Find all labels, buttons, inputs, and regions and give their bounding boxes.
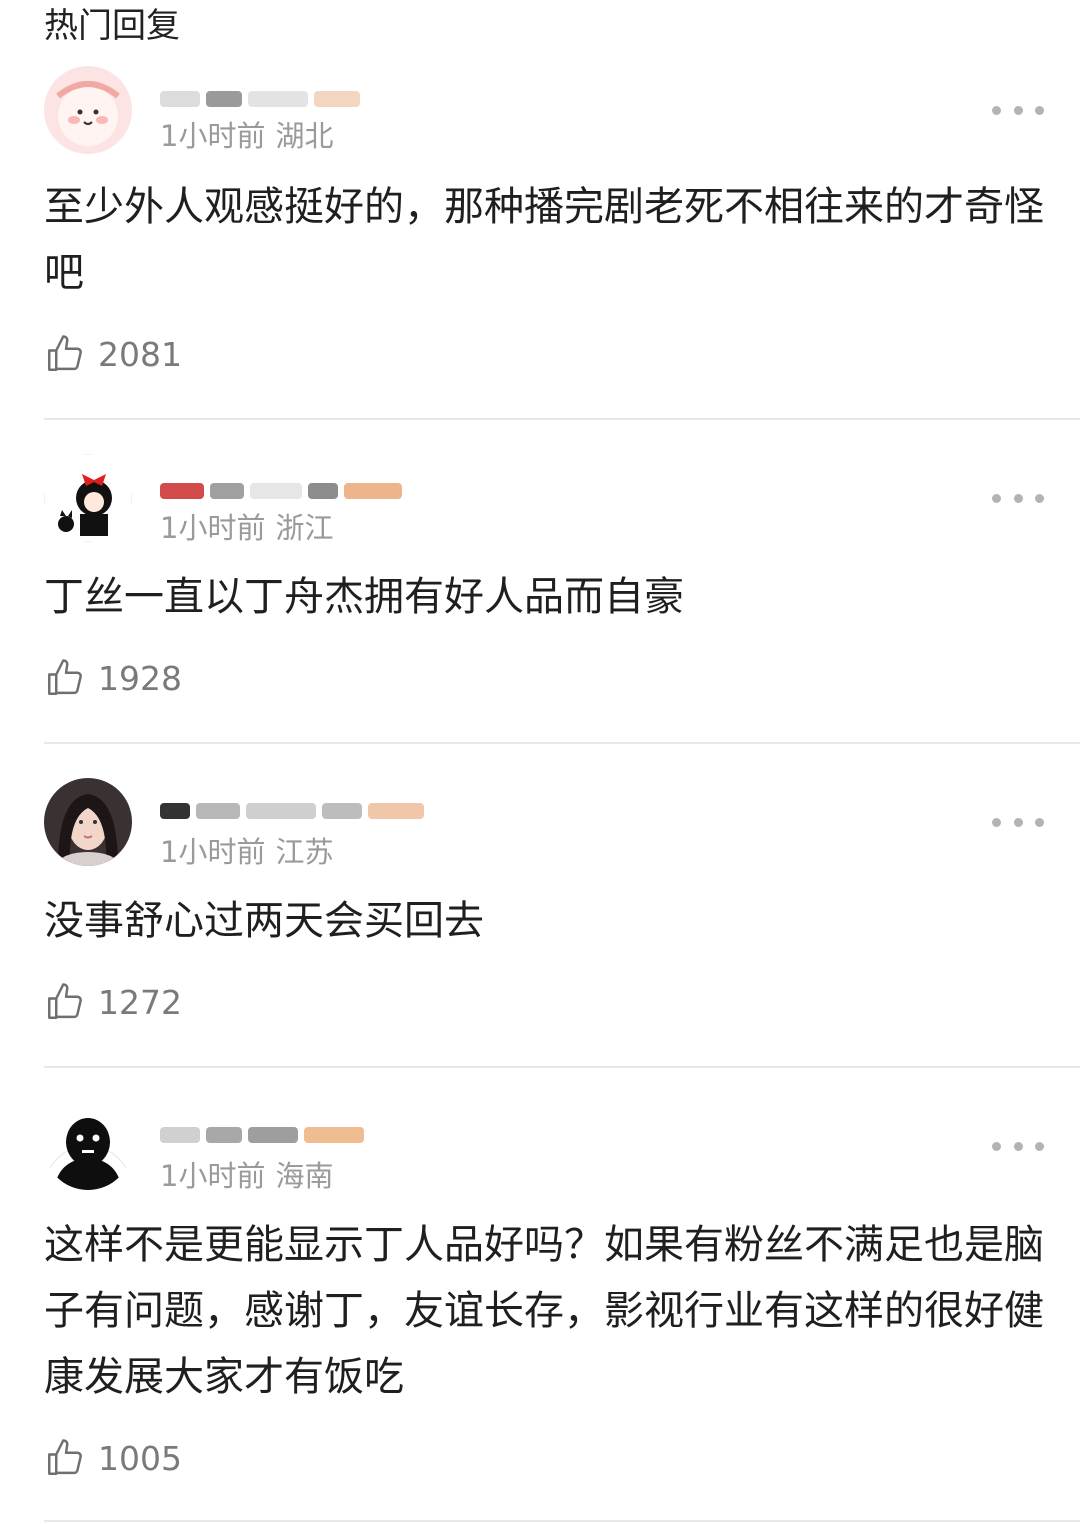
username-blurred[interactable] [160, 1122, 364, 1148]
comment-meta: 1小时前 浙江 [160, 510, 333, 546]
comment-content: 这样不是更能显示丁人品好吗？如果有粉丝不满足也是脑子有问题，感谢丁，友谊长存，影… [44, 1222, 1044, 1400]
more-options-icon[interactable] [992, 810, 1044, 834]
like-button[interactable]: 1272 [44, 980, 182, 1024]
comment-region: 海南 [275, 1159, 334, 1193]
like-button[interactable]: 1928 [44, 656, 182, 700]
divider [44, 1066, 1080, 1068]
divider [44, 1520, 1080, 1522]
like-button[interactable]: 1005 [44, 1436, 182, 1480]
comment-meta: 1小时前 江苏 [160, 834, 333, 870]
comment-content: 没事舒心过两天会买回去 [44, 898, 484, 944]
comment-time: 1小时前 [160, 1159, 266, 1193]
like-count: 1272 [98, 982, 182, 1022]
username-blurred[interactable] [160, 86, 360, 112]
comment-time: 1小时前 [160, 119, 266, 153]
comment-content: 至少外人观感挺好的，那种播完剧老死不相往来的才奇怪吧 [44, 184, 1044, 296]
thumbs-up-icon [48, 1439, 82, 1475]
comment-meta: 1小时前 湖北 [160, 118, 333, 154]
username-blurred[interactable] [160, 478, 402, 504]
like-count: 1005 [98, 1438, 182, 1478]
photo-avatar-icon [44, 778, 132, 866]
comment-content: 丁丝一直以丁舟杰拥有好人品而自豪 [44, 574, 684, 620]
comment-region: 湖北 [275, 119, 334, 153]
avatar[interactable] [44, 778, 132, 866]
comment-time: 1小时前 [160, 835, 266, 869]
username-blurred[interactable] [160, 798, 424, 824]
black-figure-avatar-icon [44, 1102, 132, 1190]
pink-cartoon-avatar-icon [44, 66, 132, 154]
section-title: 热门回复 [44, 6, 180, 46]
avatar[interactable] [44, 1102, 132, 1190]
thumbs-up-icon [48, 659, 82, 695]
comment-region: 浙江 [275, 511, 334, 545]
divider [44, 742, 1080, 744]
thumbs-up-icon [48, 335, 82, 371]
kiki-cartoon-avatar-icon [44, 454, 132, 542]
like-count: 1928 [98, 658, 182, 698]
thumbs-up-icon [48, 983, 82, 1019]
more-options-icon[interactable] [992, 486, 1044, 510]
like-button[interactable]: 2081 [44, 332, 182, 376]
avatar[interactable] [44, 454, 132, 542]
comment-time: 1小时前 [160, 511, 266, 545]
like-count: 2081 [98, 334, 182, 374]
more-options-icon[interactable] [992, 98, 1044, 122]
more-options-icon[interactable] [992, 1134, 1044, 1158]
avatar[interactable] [44, 66, 132, 154]
divider [44, 418, 1080, 420]
comment-meta: 1小时前 海南 [160, 1158, 333, 1194]
comment-region: 江苏 [275, 835, 334, 869]
